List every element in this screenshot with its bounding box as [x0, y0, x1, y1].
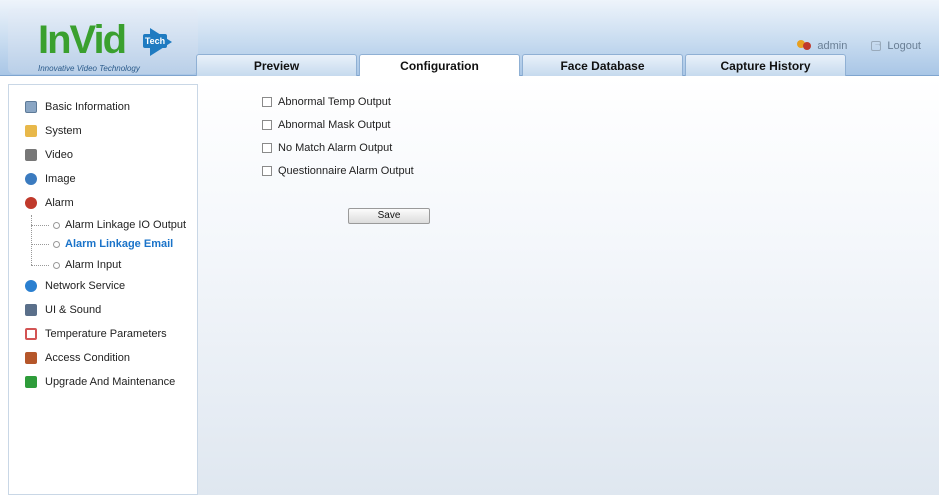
- bullet-icon: [53, 261, 60, 269]
- abnormal-temp-output-checkbox[interactable]: [262, 97, 272, 107]
- sidebar-subitem-alarm-input[interactable]: Alarm Input: [31, 259, 121, 271]
- option-label: Questionnaire Alarm Output: [278, 165, 414, 177]
- sidebar-item-image[interactable]: Image: [25, 173, 76, 185]
- ui-sound-icon: [25, 304, 37, 316]
- document-icon: [25, 101, 37, 113]
- questionnaire-alarm-output-checkbox[interactable]: [262, 166, 272, 176]
- users-icon: [797, 40, 812, 52]
- sidebar-item-upgrade-and-maintenance[interactable]: Upgrade And Maintenance: [25, 376, 175, 388]
- sidebar-item-label: Video: [45, 149, 73, 161]
- temperature-icon: [25, 328, 37, 340]
- logo: InVid Tech Innovative Video Technology: [8, 8, 198, 74]
- header-bar: InVid Tech Innovative Video Technology a…: [0, 0, 939, 77]
- logo-tagline: Innovative Video Technology: [38, 64, 140, 73]
- option-label: No Match Alarm Output: [278, 142, 393, 154]
- sidebar-item-label: Network Service: [45, 280, 126, 292]
- option-abnormal-temp-output: Abnormal Temp Output: [262, 96, 391, 108]
- sidebar-item-ui-sound[interactable]: UI & Sound: [25, 304, 101, 316]
- save-button[interactable]: Save: [348, 208, 430, 224]
- logout-icon[interactable]: [871, 38, 882, 51]
- main-tabs: Preview Configuration Face Database Capt…: [196, 54, 846, 77]
- user-area: admin Logout: [797, 38, 921, 52]
- sidebar-item-label: Temperature Parameters: [45, 328, 167, 340]
- logo-brand: InVid: [38, 18, 127, 62]
- tab-configuration[interactable]: Configuration: [359, 54, 520, 77]
- option-questionnaire-alarm-output: Questionnaire Alarm Output: [262, 165, 414, 177]
- upgrade-icon: [25, 376, 37, 388]
- sidebar-item-label: Access Condition: [45, 352, 130, 364]
- sidebar-item-alarm[interactable]: Alarm: [25, 197, 74, 209]
- sidebar-item-basic-information[interactable]: Basic Information: [25, 101, 130, 113]
- sidebar-subitem-label: Alarm Input: [65, 259, 122, 271]
- tab-face-database[interactable]: Face Database: [522, 54, 683, 76]
- username: admin: [817, 40, 848, 52]
- sidebar-item-temperature-parameters[interactable]: Temperature Parameters: [25, 328, 167, 340]
- tab-capture-history[interactable]: Capture History: [685, 54, 846, 76]
- tab-preview[interactable]: Preview: [196, 54, 357, 76]
- abnormal-mask-output-checkbox[interactable]: [262, 120, 272, 130]
- folder-icon: [25, 125, 37, 137]
- sidebar-subitem-label: Alarm Linkage Email: [65, 238, 174, 250]
- option-no-match-alarm-output: No Match Alarm Output: [262, 142, 392, 154]
- sidebar-item-label: Image: [45, 173, 76, 185]
- access-icon: [25, 352, 37, 364]
- sidebar-subitem-alarm-linkage-io-output[interactable]: Alarm Linkage IO Output: [31, 219, 186, 231]
- sidebar: Basic Information System Video Image Ala…: [8, 84, 198, 495]
- image-icon: [25, 173, 37, 185]
- sidebar-subitem-label: Alarm Linkage IO Output: [65, 219, 187, 231]
- logout-link[interactable]: Logout: [887, 40, 921, 52]
- sidebar-item-access-condition[interactable]: Access Condition: [25, 352, 130, 364]
- no-match-alarm-output-checkbox[interactable]: [262, 143, 272, 153]
- sidebar-item-label: System: [45, 125, 82, 137]
- sidebar-item-label: UI & Sound: [45, 304, 102, 316]
- logo-badge: Tech: [143, 34, 167, 48]
- config-panel: Abnormal Temp Output Abnormal Mask Outpu…: [198, 76, 939, 495]
- alarm-icon: [25, 197, 37, 209]
- option-label: Abnormal Mask Output: [278, 119, 391, 131]
- film-icon: [25, 149, 37, 161]
- option-abnormal-mask-output: Abnormal Mask Output: [262, 119, 391, 131]
- sidebar-item-label: Alarm: [45, 197, 74, 209]
- sidebar-subitem-alarm-linkage-email[interactable]: Alarm Linkage Email: [31, 238, 173, 250]
- sidebar-item-video[interactable]: Video: [25, 149, 73, 161]
- sidebar-item-network-service[interactable]: Network Service: [25, 280, 125, 292]
- sidebar-item-label: Upgrade And Maintenance: [45, 376, 176, 388]
- bullet-icon: [53, 240, 60, 248]
- sidebar-item-system[interactable]: System: [25, 125, 82, 137]
- bullet-icon: [53, 221, 60, 229]
- sidebar-item-label: Basic Information: [45, 101, 130, 113]
- network-icon: [25, 280, 37, 292]
- option-label: Abnormal Temp Output: [278, 96, 391, 108]
